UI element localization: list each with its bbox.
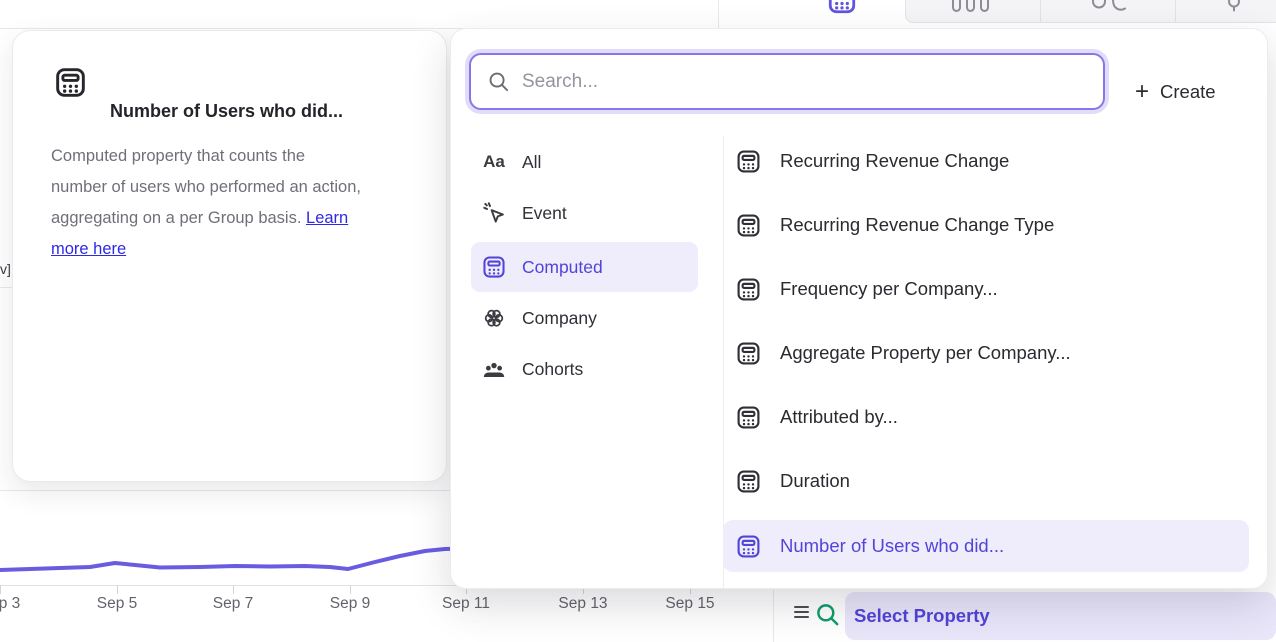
property-tooltip-card: Number of Users who did... Computed prop…	[12, 30, 447, 482]
result-recurring-revenue-change-type[interactable]: Recurring Revenue Change Type	[723, 193, 1249, 257]
search-input[interactable]	[522, 71, 1087, 93]
bars-tab-icon[interactable]	[952, 0, 992, 14]
calculator-tab-icon[interactable]	[826, 0, 858, 16]
axis-tick	[233, 585, 234, 594]
curve-tab-icon[interactable]	[1090, 0, 1126, 15]
result-number-of-users-who-did[interactable]: Number of Users who did...	[723, 520, 1249, 572]
chart-card-top-border	[0, 490, 455, 491]
select-property-button[interactable]: Select Property	[845, 592, 1276, 640]
axis-tick	[0, 585, 1, 594]
tooltip-description-line: more here	[51, 234, 431, 265]
search-icon	[487, 70, 510, 93]
axis-tick	[350, 585, 351, 594]
axis-label: Sep 5	[97, 595, 138, 613]
tab-divider	[1175, 0, 1176, 23]
tooltip-description-line: Computed property that counts the	[51, 141, 431, 172]
left-clipped-text-fragment: v]	[0, 261, 11, 277]
learn-more-link[interactable]: Learn	[306, 209, 348, 227]
tooltip-description-line: aggregating on a per Group basis. Learn	[51, 203, 431, 234]
tooltip-description-line: number of users who performed an action,	[51, 172, 431, 203]
axis-label: Sep 15	[665, 595, 714, 613]
calculator-icon	[735, 340, 762, 367]
learn-more-link[interactable]: more here	[51, 240, 126, 258]
calculator-icon	[735, 212, 762, 239]
calculator-icon	[735, 468, 762, 495]
axis-label: Sep 3	[0, 595, 20, 613]
category-cohorts[interactable]: Cohorts	[471, 347, 698, 391]
hamburger-icon[interactable]	[794, 606, 809, 622]
category-all[interactable]: Aa All	[471, 140, 698, 184]
app-screen: v] Sep 3 Sep 5 Sep 7 Sep 9 Sep 11 Sep 13…	[0, 0, 1276, 642]
axis-tick	[117, 585, 118, 594]
top-pane-vertical-divider	[718, 0, 719, 28]
calculator-icon	[53, 65, 88, 100]
axis-label: Sep 9	[330, 595, 371, 613]
axis-label: Sep 13	[558, 595, 607, 613]
flag-tab-icon[interactable]	[1226, 0, 1242, 15]
line-chart	[0, 538, 462, 588]
people-group-icon	[481, 356, 507, 382]
plus-icon: +	[1135, 80, 1149, 104]
search-field[interactable]	[469, 53, 1105, 110]
create-button[interactable]: + Create	[1127, 73, 1224, 111]
calculator-icon	[735, 533, 762, 560]
create-button-label: Create	[1160, 81, 1216, 103]
calculator-icon	[735, 276, 762, 303]
category-company[interactable]: Company	[471, 296, 698, 340]
bottom-row-divider	[773, 590, 774, 642]
tooltip-title: Number of Users who did...	[110, 101, 343, 122]
metric-type-tabbar	[768, 0, 1276, 28]
calculator-icon	[481, 254, 507, 280]
axis-label: Sep 11	[442, 595, 490, 613]
calculator-icon	[735, 148, 762, 175]
calculator-icon	[735, 404, 762, 431]
left-fragment-divider	[0, 287, 12, 288]
Aa-icon: Aa	[481, 152, 507, 172]
result-duration[interactable]: Duration	[723, 449, 1249, 513]
category-event[interactable]: Event	[471, 191, 698, 235]
select-property-label: Select Property	[854, 605, 990, 627]
axis-label: Sep 7	[213, 595, 254, 613]
result-aggregate-property-per-company[interactable]: Aggregate Property per Company...	[723, 321, 1249, 385]
category-computed[interactable]: Computed	[471, 242, 698, 292]
tab-divider	[1040, 0, 1041, 23]
property-picker-panel: + Create Aa All Event	[450, 28, 1268, 589]
flower-cluster-icon	[481, 305, 507, 331]
result-frequency-per-company[interactable]: Frequency per Company...	[723, 257, 1249, 321]
cursor-sparkle-icon	[481, 200, 507, 226]
result-recurring-revenue-change[interactable]: Recurring Revenue Change	[723, 129, 1249, 193]
result-attributed-by[interactable]: Attributed by...	[723, 385, 1249, 449]
green-search-icon[interactable]	[814, 601, 841, 628]
